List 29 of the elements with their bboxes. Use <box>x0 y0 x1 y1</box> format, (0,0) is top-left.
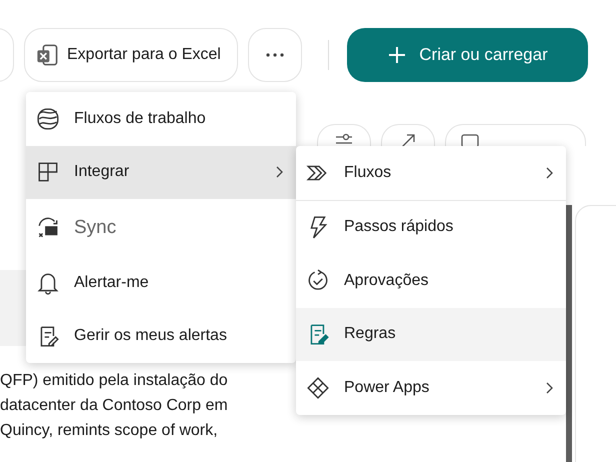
filter-button[interactable] <box>317 124 371 146</box>
excel-icon <box>35 43 59 67</box>
create-button[interactable]: Criar ou carregar <box>347 28 588 82</box>
menu-item[interactable]: Fluxos de trabalho <box>26 92 296 146</box>
diamond-icon <box>306 376 330 400</box>
expand-button[interactable] <box>381 124 435 146</box>
more-icon <box>265 52 285 58</box>
description-text: datacenter da Contoso Corp em <box>0 396 228 416</box>
menu-item[interactable]: Gerir os meus alertas <box>26 310 296 363</box>
menu-item[interactable]: Power Apps <box>296 361 566 414</box>
export-button[interactable]: Exportar para o Excel <box>24 28 238 82</box>
menu-item[interactable]: Aprovações <box>296 254 566 308</box>
menu-item[interactable]: Passos rápidos <box>296 200 566 254</box>
menu-item[interactable]: Alertar-me <box>26 256 296 310</box>
plus-icon <box>387 45 408 65</box>
filter-icon <box>334 131 354 146</box>
waves-icon <box>36 106 60 131</box>
grid-icon <box>36 160 60 184</box>
sync-icon <box>36 216 60 240</box>
bell-icon <box>36 270 60 295</box>
scrollbar[interactable] <box>566 205 572 462</box>
menu-item[interactable]: Integrar <box>26 146 296 199</box>
circular-check-icon <box>306 268 330 293</box>
details-button[interactable] <box>445 124 586 146</box>
menu-item[interactable]: Fluxos <box>296 146 566 200</box>
more-button[interactable] <box>248 28 302 82</box>
menu-item[interactable]: Regras <box>296 308 566 361</box>
description-text: Quincy, remints scope of work, <box>0 421 219 441</box>
description-text: QFP) emitido pela instalação do <box>0 371 228 391</box>
